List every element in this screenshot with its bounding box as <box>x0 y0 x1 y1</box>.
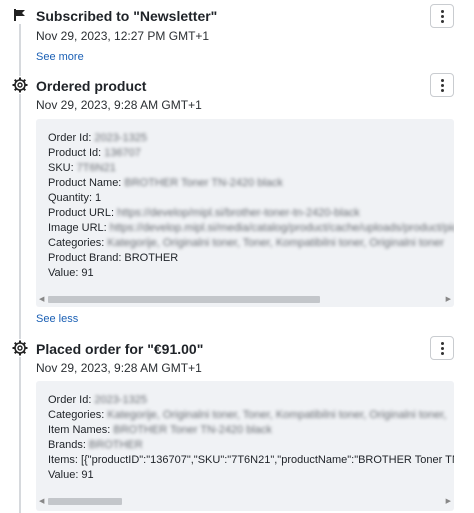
kebab-icon <box>440 9 444 24</box>
event-timestamp: Nov 29, 2023, 9:28 AM GMT+1 <box>36 98 202 112</box>
detail-row: Item Names: BROTHER Toner TN-2420 black <box>48 424 272 436</box>
scroll-left-icon[interactable]: ◀ <box>39 295 44 303</box>
detail-row: Product Id: 136707 <box>48 147 141 159</box>
see-less-link[interactable]: See less <box>36 313 78 325</box>
detail-row: Order Id: 2023-1325 <box>48 394 148 406</box>
detail-row: Product Name: BROTHER Toner TN-2420 black <box>48 177 283 189</box>
detail-row: Categories: Kategorije, Originalni toner,… <box>48 237 444 249</box>
flag-icon <box>11 6 29 24</box>
event-title: Ordered product <box>36 78 147 94</box>
event-details-panel: Order Id: 2023-1325 Categories: Kategorije… <box>36 381 454 511</box>
detail-row: Product Brand: BROTHER <box>48 252 179 264</box>
scrollbar-thumb[interactable] <box>48 498 122 505</box>
detail-row: Product URL: https://develop/mipl.si/brot… <box>48 207 360 219</box>
gear-icon <box>11 76 29 94</box>
details-list: Order Id: 2023-1325 Product Id: 136707 SKU… <box>48 131 454 281</box>
scroll-left-icon[interactable]: ◀ <box>39 497 44 505</box>
scroll-right-icon[interactable]: ▶ <box>446 497 451 505</box>
detail-row: Quantity: 1 <box>48 192 102 204</box>
more-options-button[interactable] <box>430 73 454 97</box>
event-timestamp: Nov 29, 2023, 9:28 AM GMT+1 <box>36 361 202 375</box>
more-options-button[interactable] <box>430 4 454 28</box>
see-more-link[interactable]: See more <box>36 51 84 63</box>
scroll-right-icon[interactable]: ▶ <box>446 295 451 303</box>
event-details-panel: Order Id: 2023-1325 Product Id: 136707 SKU… <box>36 119 454 307</box>
horizontal-scrollbar[interactable]: ◀ ▶ <box>36 293 454 305</box>
details-list: Order Id: 2023-1325 Categories: Kategorije… <box>48 393 454 483</box>
detail-row: Value: 91 <box>48 469 94 481</box>
kebab-icon <box>440 341 444 356</box>
scrollbar-thumb[interactable] <box>48 296 320 303</box>
horizontal-scrollbar[interactable]: ◀ ▶ <box>36 495 454 507</box>
timeline-line <box>19 24 21 513</box>
event-title: Placed order for "€91.00" <box>36 341 204 357</box>
kebab-icon <box>440 78 444 93</box>
detail-row: SKU: 7T6N21 <box>48 162 116 174</box>
event-timestamp: Nov 29, 2023, 12:27 PM GMT+1 <box>36 29 210 43</box>
detail-row: Image URL: https://develop.mipl.si/media/… <box>48 222 454 234</box>
more-options-button[interactable] <box>430 336 454 360</box>
detail-row: Items: [{"productID":"136707","SKU":"7T6N… <box>48 454 454 466</box>
gear-icon <box>11 339 29 357</box>
detail-row: Brands: BROTHER <box>48 439 143 451</box>
event-title: Subscribed to "Newsletter" <box>36 8 218 24</box>
detail-row: Value: 91 <box>48 267 94 279</box>
detail-row: Categories: Kategorije, Originalni toner,… <box>48 409 447 421</box>
detail-row: Order Id: 2023-1325 <box>48 132 148 144</box>
